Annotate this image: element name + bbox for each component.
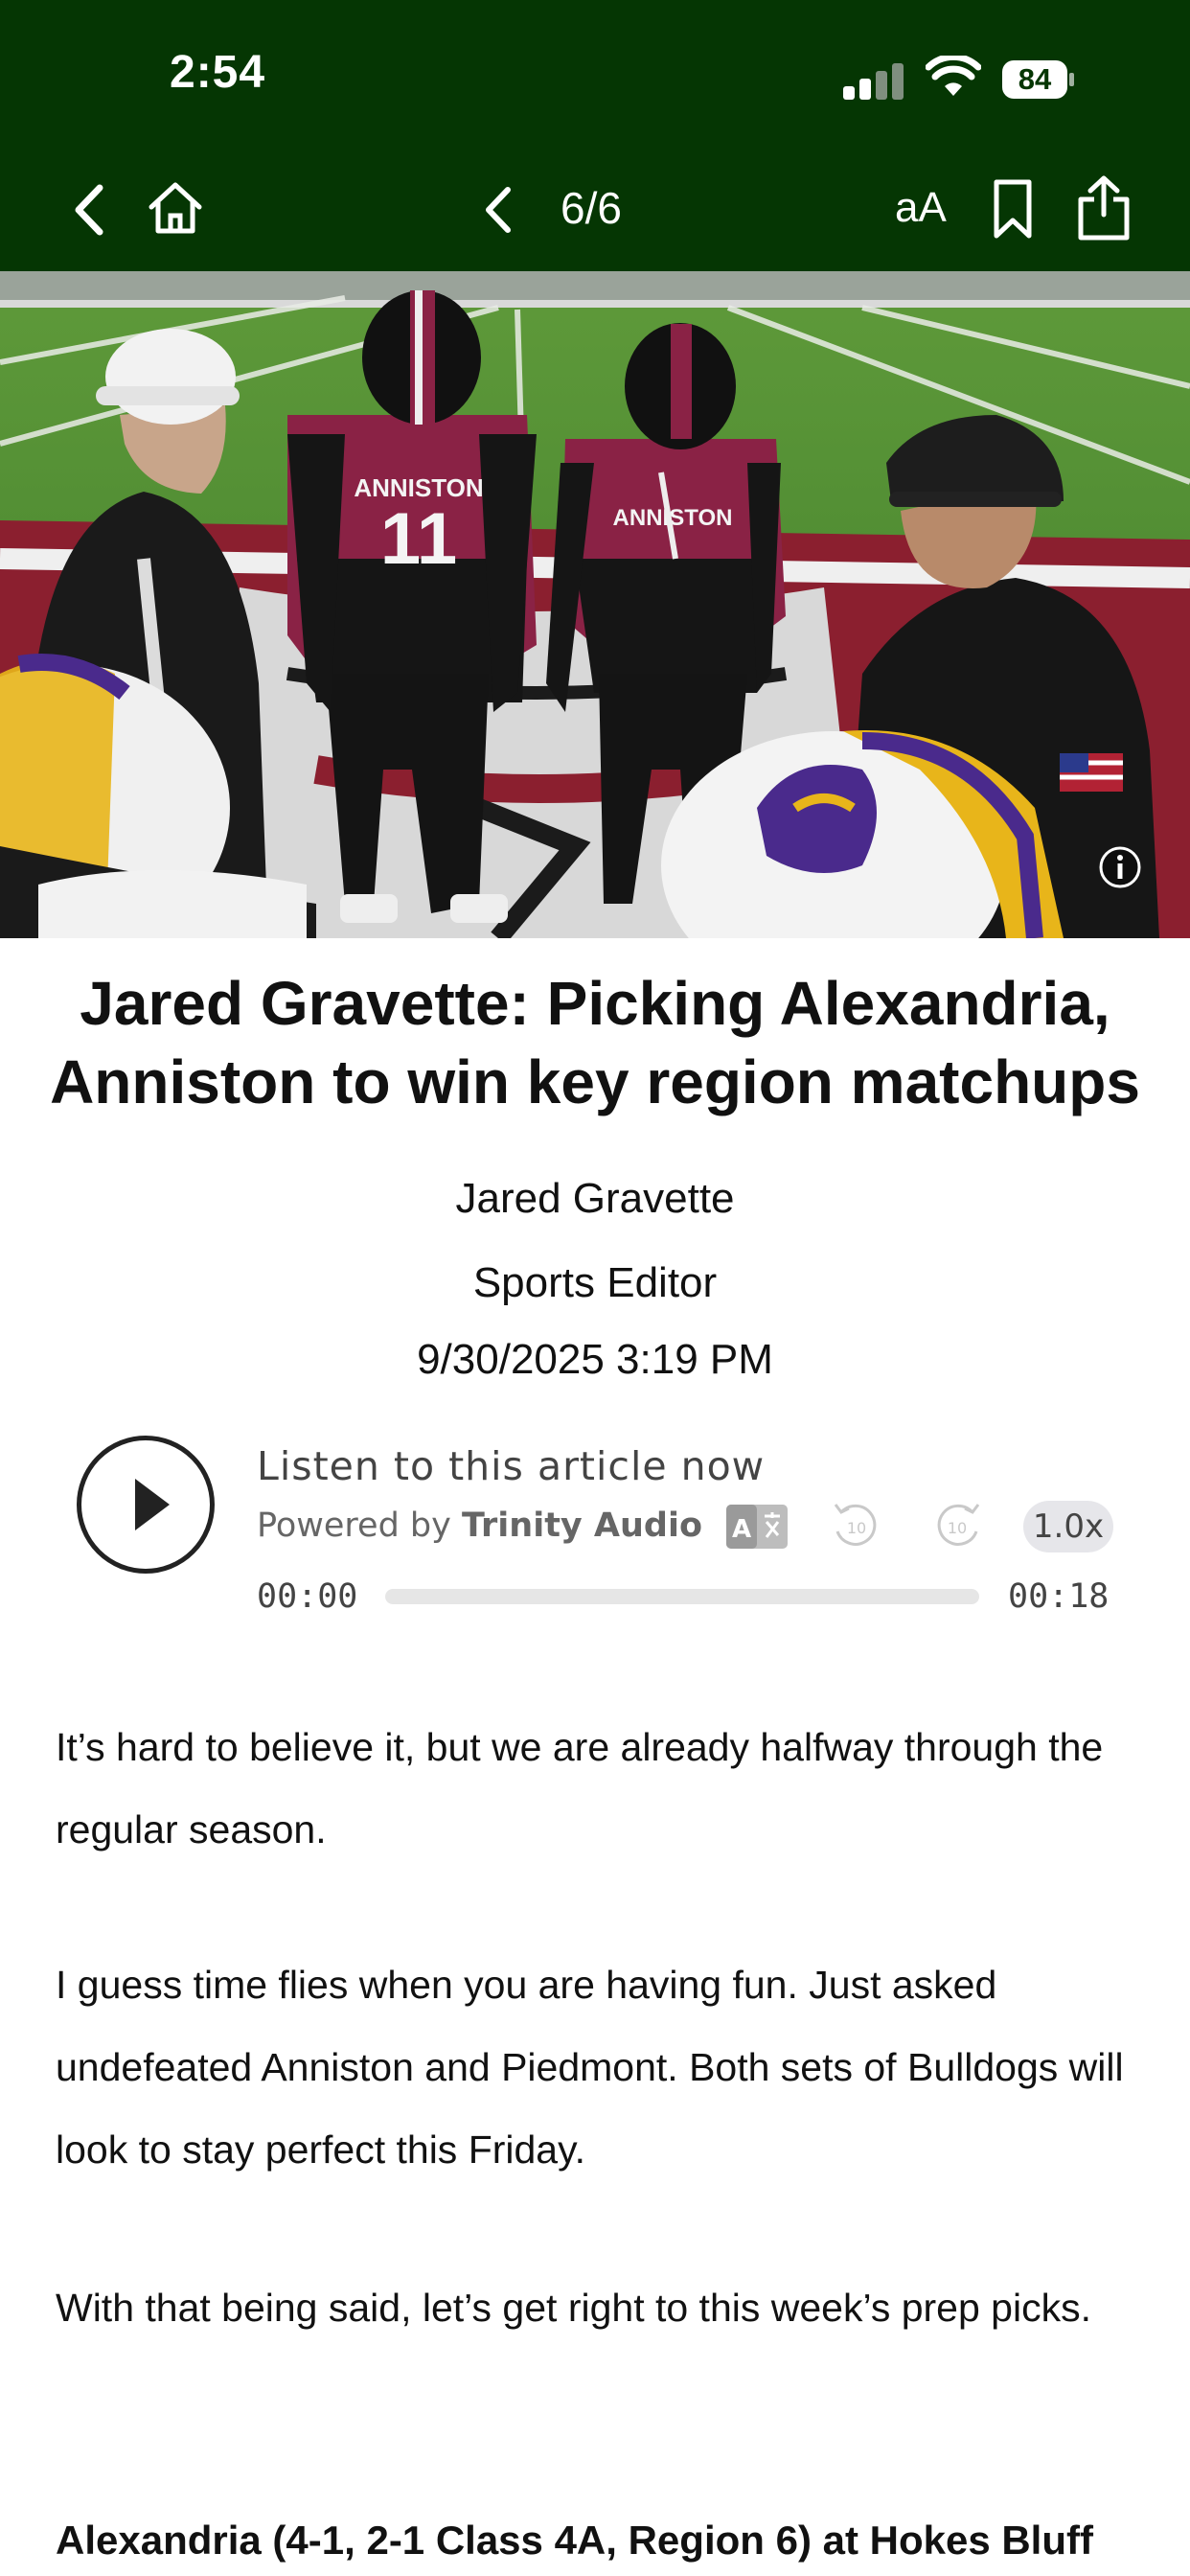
wifi-icon [926, 56, 981, 96]
home-icon[interactable] [146, 180, 205, 236]
article-headline: Jared Gravette: Picking Alexandria, Anni… [50, 969, 1140, 1116]
article-pager: 6/6 [561, 183, 622, 233]
jersey-left-number: 11 [380, 498, 457, 580]
rewind-label: 10 [847, 1519, 866, 1537]
article-subhead: Alexandria (4-1, 2-1 Class 4A, Region 6)… [56, 2518, 1093, 2563]
playback-speed-button[interactable]: 1.0x [1023, 1501, 1113, 1552]
author-name[interactable]: Jared Gravette [0, 1175, 1190, 1223]
football-coin-toss-photo: ANNISTON 11 ANNISTON [0, 271, 1190, 938]
forward-label: 10 [948, 1519, 967, 1537]
translate-icon[interactable]: A [726, 1503, 788, 1551]
forward-10-icon[interactable]: 10 [932, 1499, 986, 1552]
progress-track[interactable] [385, 1589, 979, 1604]
audio-title: Listen to this article now [257, 1443, 766, 1489]
article-paragraph: It’s hard to believe it, but we are alre… [56, 1725, 1104, 1852]
font-size-button[interactable]: aA [895, 184, 947, 232]
share-icon[interactable] [1073, 174, 1134, 242]
bookmark-icon[interactable] [991, 178, 1035, 240]
audio-player: Listen to this article now Powered by Tr… [0, 1418, 1190, 1639]
audio-brand[interactable]: Trinity Audio [462, 1506, 702, 1545]
back-chevron-icon[interactable] [67, 182, 111, 238]
svg-text:A: A [732, 1515, 751, 1544]
battery-icon: 84 [1001, 59, 1076, 100]
article-paragraph: With that being said, let’s get right to… [56, 2286, 1091, 2330]
powered-by-label: Powered by [257, 1506, 451, 1545]
article-paragraph: I guess time flies when you are having f… [56, 1963, 1124, 2172]
play-button[interactable] [77, 1436, 215, 1574]
previous-article-icon[interactable] [481, 184, 515, 236]
powered-by: Powered by Trinity Audio [257, 1506, 702, 1545]
hero-photo: ANNISTON 11 ANNISTON [0, 271, 1190, 938]
info-icon[interactable] [1098, 845, 1142, 889]
battery-level: 84 [1018, 62, 1052, 96]
rewind-10-icon[interactable]: 10 [828, 1499, 881, 1552]
top-bar: 2:54 84 6/6 aA [0, 0, 1190, 271]
current-time: 00:00 [257, 1577, 358, 1616]
publish-date: 9/30/2025 3:19 PM [417, 1336, 773, 1383]
status-time: 2:54 [170, 47, 266, 98]
duration: 00:18 [1008, 1577, 1110, 1616]
author-role: Sports Editor [472, 1259, 718, 1306]
cellular-signal-icon [843, 63, 906, 100]
